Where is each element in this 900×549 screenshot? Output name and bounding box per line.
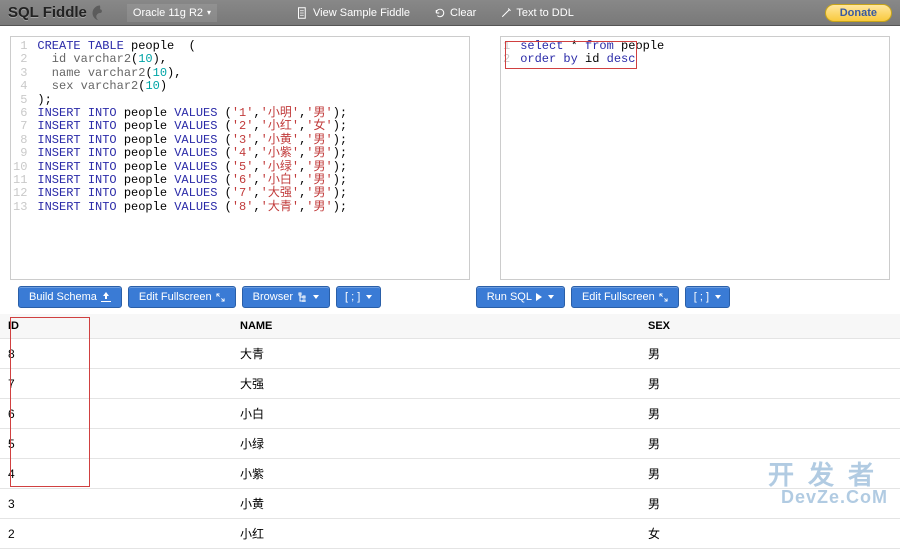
editor-panels: 12345678910111213 CREATE TABLE people ( … (0, 26, 900, 282)
cell-id: 7 (0, 369, 232, 399)
expand-icon (659, 293, 668, 302)
tree-icon (297, 292, 307, 302)
donate-button[interactable]: Donate (825, 4, 892, 22)
cell-id: 4 (0, 459, 232, 489)
refresh-icon (434, 7, 446, 19)
cell-name: 大青 (232, 339, 640, 369)
query-toolbar: Run SQL Edit Fullscreen [ ; ] (466, 282, 900, 312)
col-header-sex: SEX (640, 314, 900, 339)
table-row[interactable]: 4小紫男 (0, 459, 900, 489)
table-row[interactable]: 5小绿男 (0, 429, 900, 459)
cell-id: 8 (0, 339, 232, 369)
cell-name: 小白 (232, 399, 640, 429)
play-icon (536, 293, 542, 301)
edit-fullscreen-query-button[interactable]: Edit Fullscreen (571, 286, 679, 308)
expand-icon (216, 293, 225, 302)
text-to-ddl-link[interactable]: Text to DDL (500, 7, 573, 19)
cell-sex: 男 (640, 339, 900, 369)
watermark: 开发者 DevZe.CoM (768, 462, 888, 506)
caret-down-icon: ▾ (207, 8, 211, 17)
edit-fullscreen-schema-button[interactable]: Edit Fullscreen (128, 286, 236, 308)
schema-toolbar: Build Schema Edit Fullscreen Browser [ ;… (0, 282, 391, 312)
cell-sex: 男 (640, 399, 900, 429)
caret-down-icon (715, 295, 721, 299)
cell-name: 小紫 (232, 459, 640, 489)
upload-icon (101, 292, 111, 302)
caret-down-icon (366, 295, 372, 299)
col-header-name: NAME (232, 314, 640, 339)
cell-name: 小黄 (232, 489, 640, 519)
db-engine-label: Oracle 11g R2 (133, 7, 203, 19)
db-engine-dropdown[interactable]: Oracle 11g R2 ▾ (127, 4, 217, 22)
query-editor[interactable]: 12 select * from peopleorder by id desc (500, 36, 890, 280)
table-row[interactable]: 8大青男 (0, 339, 900, 369)
table-row[interactable]: 2小红女 (0, 519, 900, 549)
logo-icon (91, 4, 109, 22)
run-sql-button[interactable]: Run SQL (476, 286, 565, 308)
table-row[interactable]: 3小黄男 (0, 489, 900, 519)
cell-sex: 男 (640, 429, 900, 459)
col-header-id: ID (0, 314, 232, 339)
table-row[interactable]: 7大强男 (0, 369, 900, 399)
cell-id: 5 (0, 429, 232, 459)
table-row[interactable]: 6小白男 (0, 399, 900, 429)
terminator-query-button[interactable]: [ ; ] (685, 286, 730, 308)
terminator-schema-button[interactable]: [ ; ] (336, 286, 381, 308)
cell-name: 大强 (232, 369, 640, 399)
cell-name: 小红 (232, 519, 640, 549)
browser-button[interactable]: Browser (242, 286, 330, 308)
schema-editor[interactable]: 12345678910111213 CREATE TABLE people ( … (10, 36, 470, 280)
document-icon (297, 7, 309, 19)
cell-id: 3 (0, 489, 232, 519)
caret-down-icon (548, 295, 554, 299)
cell-sex: 男 (640, 369, 900, 399)
brand-title: SQL Fiddle (8, 4, 87, 21)
cell-sex: 女 (640, 519, 900, 549)
cell-id: 6 (0, 399, 232, 429)
cell-id: 2 (0, 519, 232, 549)
view-sample-fiddle-link[interactable]: View Sample Fiddle (297, 7, 410, 19)
wand-icon (500, 7, 512, 19)
cell-name: 小绿 (232, 429, 640, 459)
clear-link[interactable]: Clear (434, 7, 476, 19)
app-toolbar: SQL Fiddle Oracle 11g R2 ▾ View Sample F… (0, 0, 900, 26)
caret-down-icon (313, 295, 319, 299)
build-schema-button[interactable]: Build Schema (18, 286, 122, 308)
table-header-row: ID NAME SEX (0, 314, 900, 339)
